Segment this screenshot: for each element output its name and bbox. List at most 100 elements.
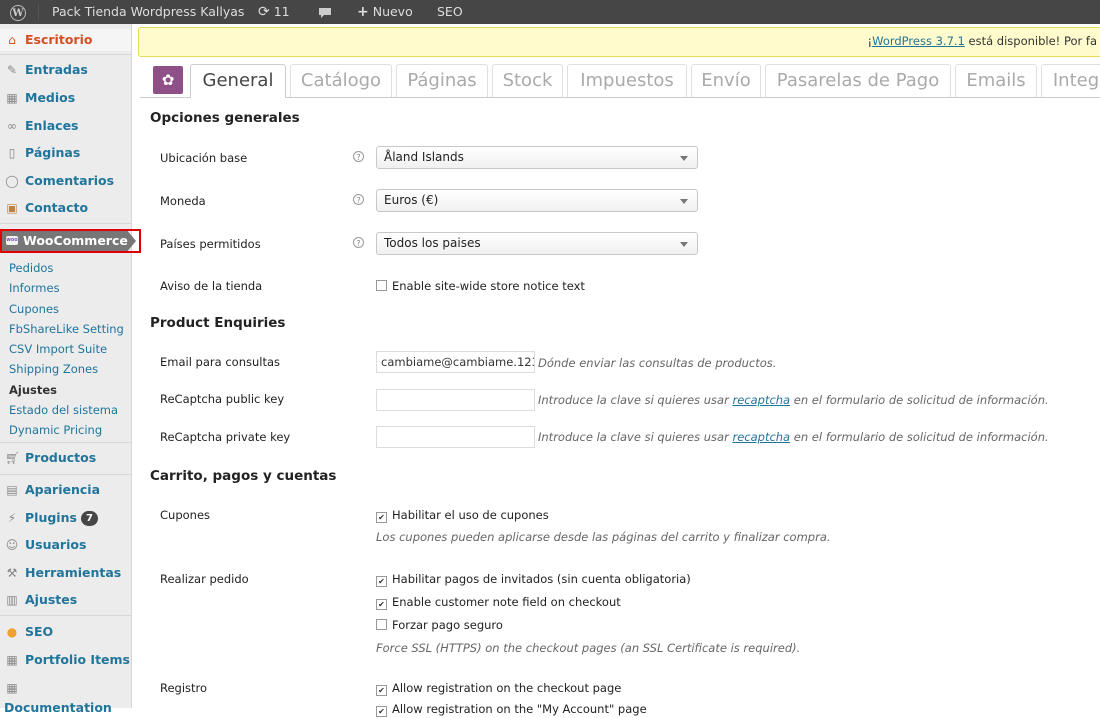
coupons-checkbox-label: Habilitar el uso de cupones <box>392 508 549 522</box>
menu-comentarios[interactable]: ◯ Comentarios <box>0 171 131 191</box>
store-notice-checkbox[interactable]: Enable site-wide store notice text <box>376 279 585 293</box>
menu-ajustes[interactable]: ▥ Ajustes <box>0 590 131 610</box>
registration-account-label: Allow registration on the "My Account" p… <box>392 702 647 716</box>
submenu-fbsharelike[interactable]: FbShareLike Setting <box>9 322 124 336</box>
menu-herramientas[interactable]: ⚒ Herramientas <box>0 563 131 583</box>
recaptcha-link[interactable]: recaptcha <box>732 393 790 407</box>
divider <box>0 223 131 224</box>
recaptcha-link[interactable]: recaptcha <box>732 430 790 444</box>
menu-contacto[interactable]: ▣ Contacto <box>0 198 131 218</box>
highlight-box <box>0 229 141 253</box>
checkmark-icon[interactable]: ✔ <box>376 576 387 587</box>
menu-enlaces[interactable]: ∞ Enlaces <box>0 116 131 136</box>
menu-medios[interactable]: ▦ Medios <box>0 88 131 108</box>
submenu-ajustes[interactable]: Ajustes <box>9 383 57 397</box>
submenu-dynamic-pricing[interactable]: Dynamic Pricing <box>9 423 102 437</box>
wordpress-logo-icon[interactable]: W <box>10 0 26 24</box>
menu-entradas-label: Entradas <box>25 62 88 77</box>
enquiry-email-input[interactable]: cambiame@cambiame.123 <box>376 351 535 373</box>
registration-checkout-label: Allow registration on the checkout page <box>392 681 622 695</box>
recaptcha-public-input[interactable] <box>376 389 535 411</box>
tab-stock[interactable]: Stock <box>492 64 563 97</box>
menu-herramientas-label: Herramientas <box>25 565 122 580</box>
tab-impuestos[interactable]: Impuestos <box>567 64 687 97</box>
divider <box>0 54 131 55</box>
currency-select[interactable]: Euros (€) <box>376 189 698 212</box>
allowed-countries-value: Todos los paises <box>384 236 481 250</box>
recaptcha-private-input[interactable] <box>376 426 535 448</box>
coupons-checkbox[interactable]: ✔ Habilitar el uso de cupones <box>376 508 549 523</box>
coupons-label: Cupones <box>160 508 211 522</box>
menu-seo[interactable]: ● SEO <box>0 622 131 642</box>
menu-paginas-label: Páginas <box>25 145 81 160</box>
guest-checkout-checkbox[interactable]: ✔ Habilitar pagos de invitados (sin cuent… <box>376 572 691 587</box>
tab-general[interactable]: General <box>190 64 286 98</box>
submenu-csv-import[interactable]: CSV Import Suite <box>9 342 107 356</box>
checkbox-unchecked[interactable] <box>376 280 387 291</box>
new-content-link[interactable]: + Nuevo <box>357 0 413 24</box>
tab-paginas[interactable]: Páginas <box>396 64 488 97</box>
menu-plugins-label: Plugins <box>25 510 77 525</box>
menu-apariencia-label: Apariencia <box>25 482 101 497</box>
customer-note-checkbox[interactable]: ✔ Enable customer note field on checkout <box>376 595 621 610</box>
submenu-informes[interactable]: Informes <box>9 281 60 295</box>
store-notice-checkbox-label: Enable site-wide store notice text <box>392 279 585 293</box>
checkmark-icon[interactable]: ✔ <box>376 512 387 523</box>
checkmark-icon[interactable]: ✔ <box>376 685 387 696</box>
tab-catalogo[interactable]: Catálogo <box>290 64 392 97</box>
base-location-value: Åland Islands <box>384 150 464 164</box>
menu-usuarios-label: Usuarios <box>25 537 87 552</box>
allowed-countries-select[interactable]: Todos los paises <box>376 232 698 255</box>
chevron-down-icon <box>680 199 688 204</box>
users-icon: ☺ <box>5 538 19 552</box>
submenu-pedidos[interactable]: Pedidos <box>9 261 53 275</box>
description-text: Introduce la clave si quieres usar <box>538 393 733 407</box>
settings-icon: ▥ <box>6 593 18 607</box>
menu-documentation[interactable]: Documentation <box>4 698 135 718</box>
force-ssl-checkbox[interactable]: Forzar pago seguro <box>376 618 503 632</box>
section-opciones-generales: Opciones generales <box>150 110 300 126</box>
help-icon[interactable]: ? <box>353 194 364 205</box>
tab-envio[interactable]: Envío <box>691 64 761 97</box>
notice-suffix: está disponible! Por fa <box>964 34 1097 48</box>
tab-emails[interactable]: Emails <box>955 64 1037 97</box>
menu-escritorio[interactable]: ⌂ Escritorio <box>0 29 131 51</box>
menu-plugins[interactable]: ⚡︎ Plugins 7 <box>0 508 131 528</box>
menu-entradas[interactable]: ✎ Entradas <box>0 60 131 80</box>
admin-bar: W Pack Tienda Wordpress Kallyas ⟳ 11 + N… <box>0 0 1100 24</box>
menu-usuarios[interactable]: ☺ Usuarios <box>0 535 131 555</box>
registration-account-checkbox[interactable]: ✔ Allow registration on the "My Account" … <box>376 702 647 717</box>
menu-paginas[interactable]: ▯ Páginas <box>0 143 131 163</box>
page-icon: ▯ <box>8 146 16 160</box>
submenu-cupones[interactable]: Cupones <box>9 302 59 316</box>
checkmark-icon[interactable]: ✔ <box>376 599 387 610</box>
checkbox-unchecked[interactable] <box>376 619 387 630</box>
plugins-update-badge: 7 <box>80 511 98 526</box>
updates-link[interactable]: ⟳ 11 <box>258 0 290 24</box>
menu-enlaces-label: Enlaces <box>25 118 79 133</box>
force-ssl-note: Force SSL (HTTPS) on the checkout pages … <box>376 641 801 655</box>
tab-integracion[interactable]: Integ <box>1041 64 1100 97</box>
comments-icon[interactable] <box>318 0 332 24</box>
menu-portfolio[interactable]: ▦ Portfolio Items <box>0 650 131 670</box>
wordpress-update-link[interactable]: WordPress 3.7.1 <box>872 34 965 48</box>
menu-productos[interactable]: 🛒︎ Productos <box>0 448 131 468</box>
site-name-link[interactable]: Pack Tienda Wordpress Kallyas <box>52 0 244 24</box>
submenu-estado-sistema[interactable]: Estado del sistema <box>9 403 118 417</box>
menu-woocommerce[interactable]: woo WooCommerce <box>0 228 141 254</box>
registration-checkout-checkbox[interactable]: ✔ Allow registration on the checkout page <box>376 681 621 696</box>
yoast-icon: ● <box>6 625 18 639</box>
tab-pasarelas[interactable]: Pasarelas de Pago <box>765 64 951 97</box>
base-location-select[interactable]: Åland Islands <box>376 146 698 169</box>
menu-apariencia[interactable]: ▤ Apariencia <box>0 480 131 500</box>
registration-label: Registro <box>160 681 208 695</box>
seo-adminbar-link[interactable]: SEO <box>437 0 463 24</box>
media-icon: ▦ <box>6 91 18 105</box>
grid-icon: ▦ <box>6 681 18 695</box>
enquiry-email-description: Dónde enviar las consultas de productos. <box>538 356 777 370</box>
submenu-shipping-zones[interactable]: Shipping Zones <box>9 362 98 376</box>
help-icon[interactable]: ? <box>353 151 364 162</box>
recaptcha-public-description: Introduce la clave si quieres usar recap… <box>538 393 1049 407</box>
chevron-down-icon <box>680 242 688 247</box>
help-icon[interactable]: ? <box>353 237 364 248</box>
